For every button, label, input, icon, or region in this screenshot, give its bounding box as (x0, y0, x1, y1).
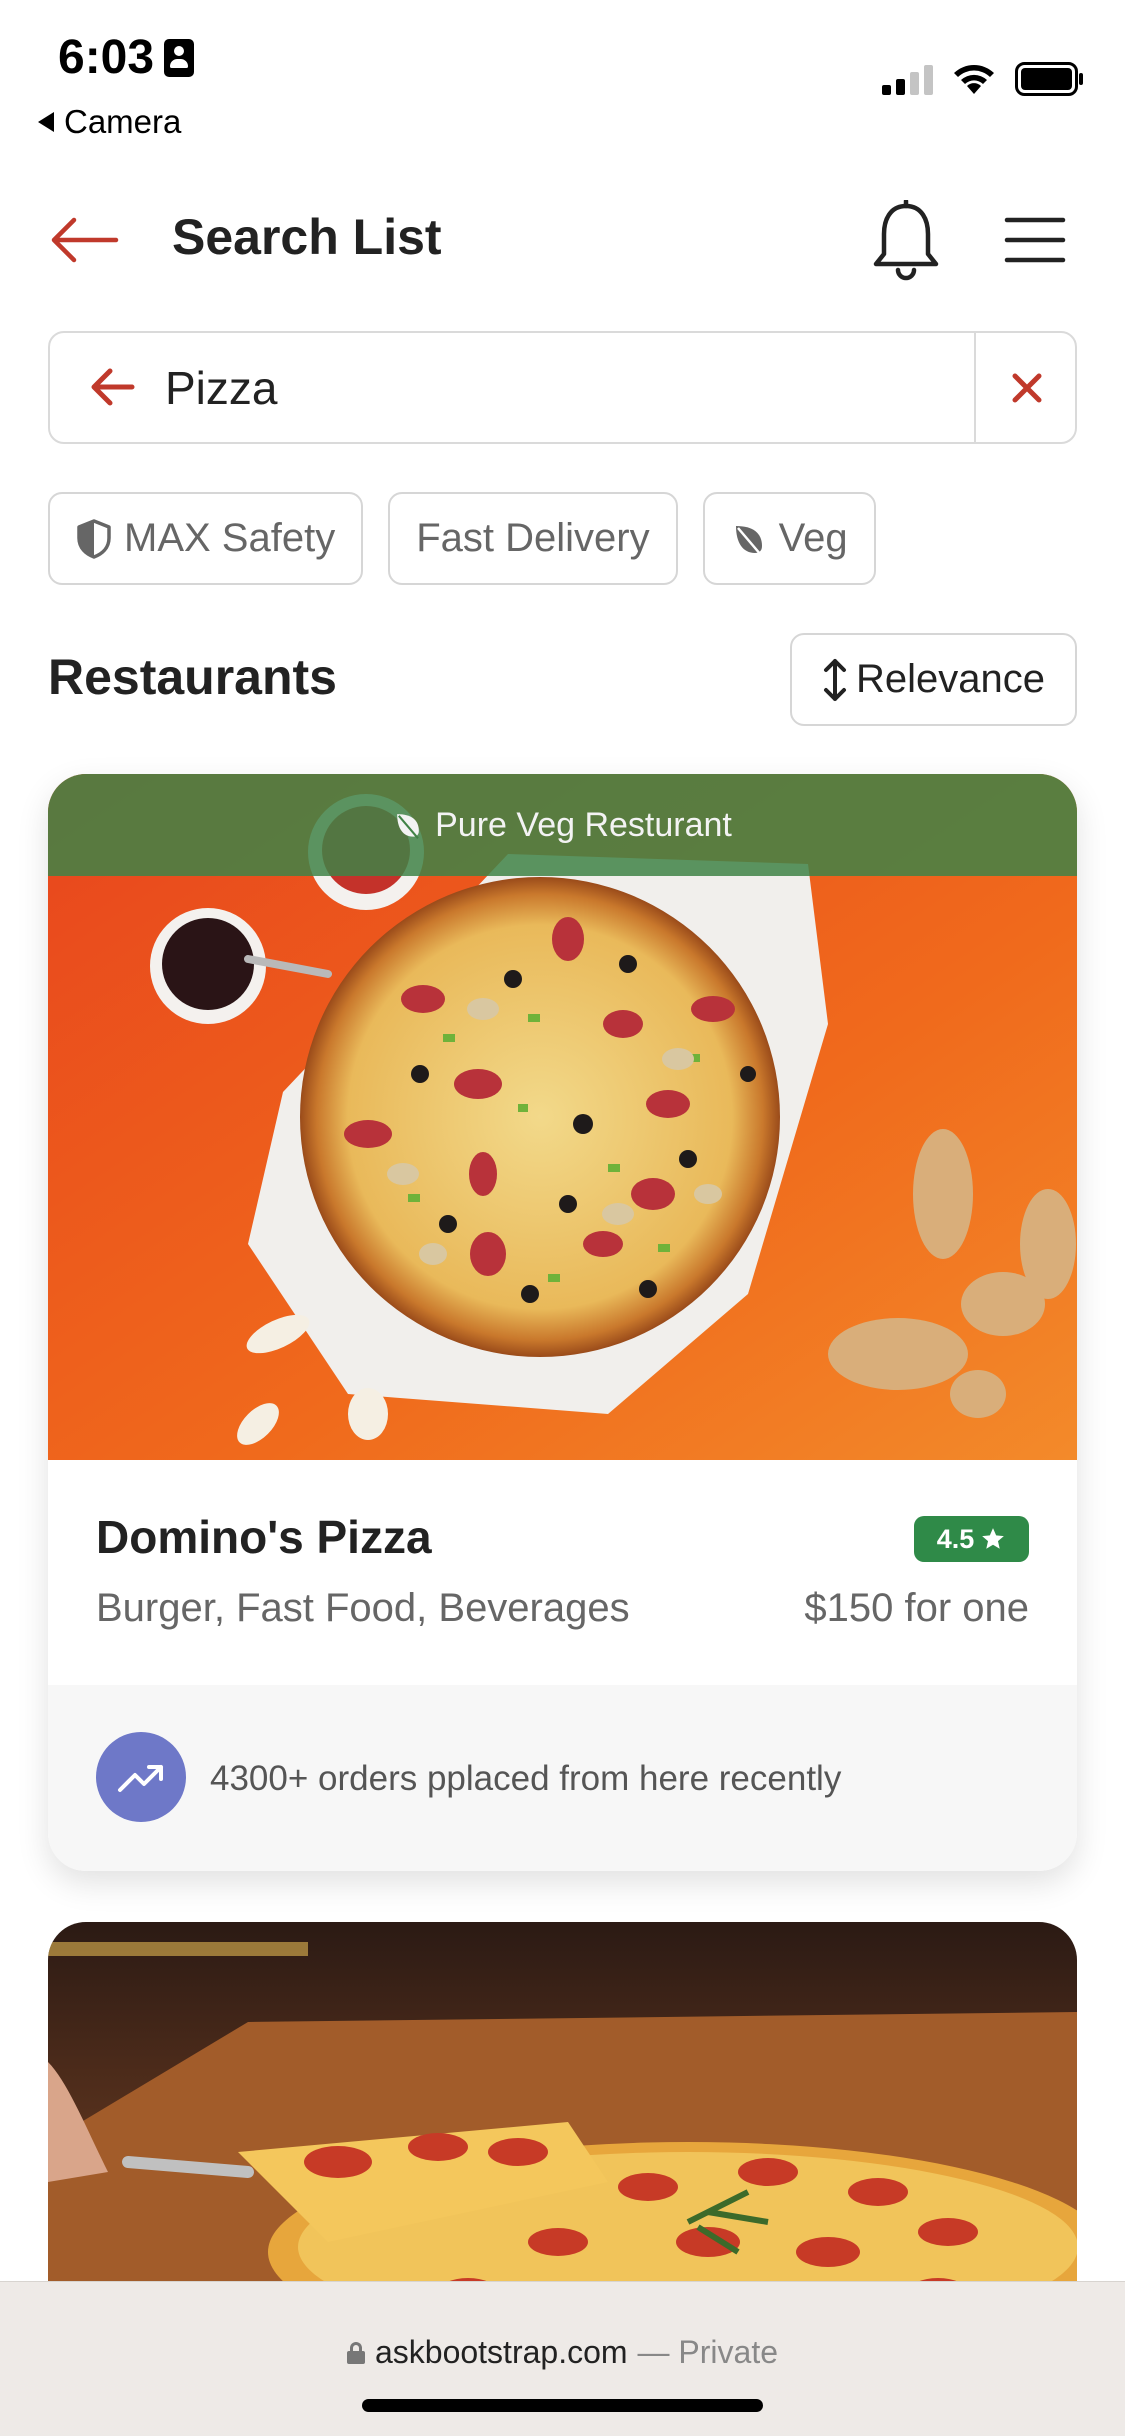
lock-icon (346, 2341, 365, 2364)
sort-arrows-icon (823, 658, 846, 701)
restaurant-card-2[interactable] (48, 1922, 1077, 2322)
clock: 6:03 (58, 31, 155, 84)
restaurant-card[interactable]: Pure Veg Resturant Domino's Pizza 4.5 Bu… (48, 774, 1077, 1871)
url-domain: askbootstrap.com (374, 2334, 628, 2370)
hamburger-menu-icon[interactable] (1004, 215, 1066, 265)
clear-search-button[interactable] (977, 333, 1077, 442)
back-triangle-icon (38, 112, 54, 132)
close-icon (1012, 373, 1042, 402)
card-body: Domino's Pizza 4.5 Burger, Fast Food, Be… (48, 1460, 1077, 1685)
restaurant-name[interactable]: Domino's Pizza (96, 1510, 432, 1564)
search-bar (48, 331, 1077, 444)
back-to-app-link[interactable]: Camera (38, 103, 181, 141)
rating-badge: 4.5 (914, 1516, 1029, 1562)
chip-max-safety[interactable]: MAX Safety (48, 492, 364, 585)
leaf-icon (735, 525, 762, 556)
browser-bar: askbootstrap.com — Private (0, 2281, 1125, 2436)
search-input[interactable] (165, 353, 965, 423)
chip-label: Veg (778, 516, 848, 560)
private-label: — Private (637, 2334, 779, 2370)
cellular-signal-icon (882, 63, 933, 95)
pizza-photo (48, 774, 1077, 1460)
status-bar: 6:03 Camera (0, 0, 1125, 150)
search-divider (974, 333, 976, 442)
veg-banner: Pure Veg Resturant (48, 774, 1077, 876)
back-app-label: Camera (64, 103, 182, 140)
chip-label: Fast Delivery (416, 516, 650, 560)
status-indicators (882, 62, 1085, 96)
wifi-icon (954, 65, 994, 94)
orders-info: 4300+ orders pplaced from here recently (210, 1759, 842, 1798)
trending-up-icon (118, 1765, 163, 1792)
pepperoni-pizza-photo (48, 1922, 1077, 2322)
home-indicator[interactable] (362, 2399, 763, 2412)
address-bar[interactable]: askbootstrap.com — Private (0, 2334, 1125, 2371)
status-time: 6:03 (58, 30, 195, 85)
trending-badge (96, 1732, 186, 1822)
sort-button[interactable]: Relevance (790, 633, 1077, 726)
cuisine-list: Burger, Fast Food, Beverages (96, 1586, 630, 1630)
notification-bell-icon[interactable] (870, 200, 942, 282)
contact-card-icon (164, 38, 195, 77)
search-back-arrow-icon[interactable] (88, 366, 136, 408)
filter-chips: MAX Safety Fast Delivery Veg (48, 492, 876, 585)
price-for-one: $150 for one (804, 1586, 1029, 1630)
rating-value: 4.5 (936, 1523, 975, 1554)
card-footer: 4300+ orders pplaced from here recently (48, 1685, 1077, 1871)
app-header: Search List (0, 180, 1125, 300)
section-title: Restaurants (48, 649, 337, 705)
leaf-icon (397, 814, 419, 840)
sort-label: Relevance (855, 657, 1045, 701)
page-title: Search List (172, 209, 442, 265)
chip-fast-delivery[interactable]: Fast Delivery (388, 492, 678, 585)
star-icon (982, 1528, 1005, 1549)
battery-icon (1015, 62, 1083, 96)
back-arrow-icon[interactable] (48, 215, 120, 265)
chip-veg[interactable]: Veg (702, 492, 876, 585)
veg-banner-label: Pure Veg Resturant (435, 805, 732, 844)
chip-label: MAX Safety (124, 516, 336, 560)
shield-icon (77, 518, 111, 559)
